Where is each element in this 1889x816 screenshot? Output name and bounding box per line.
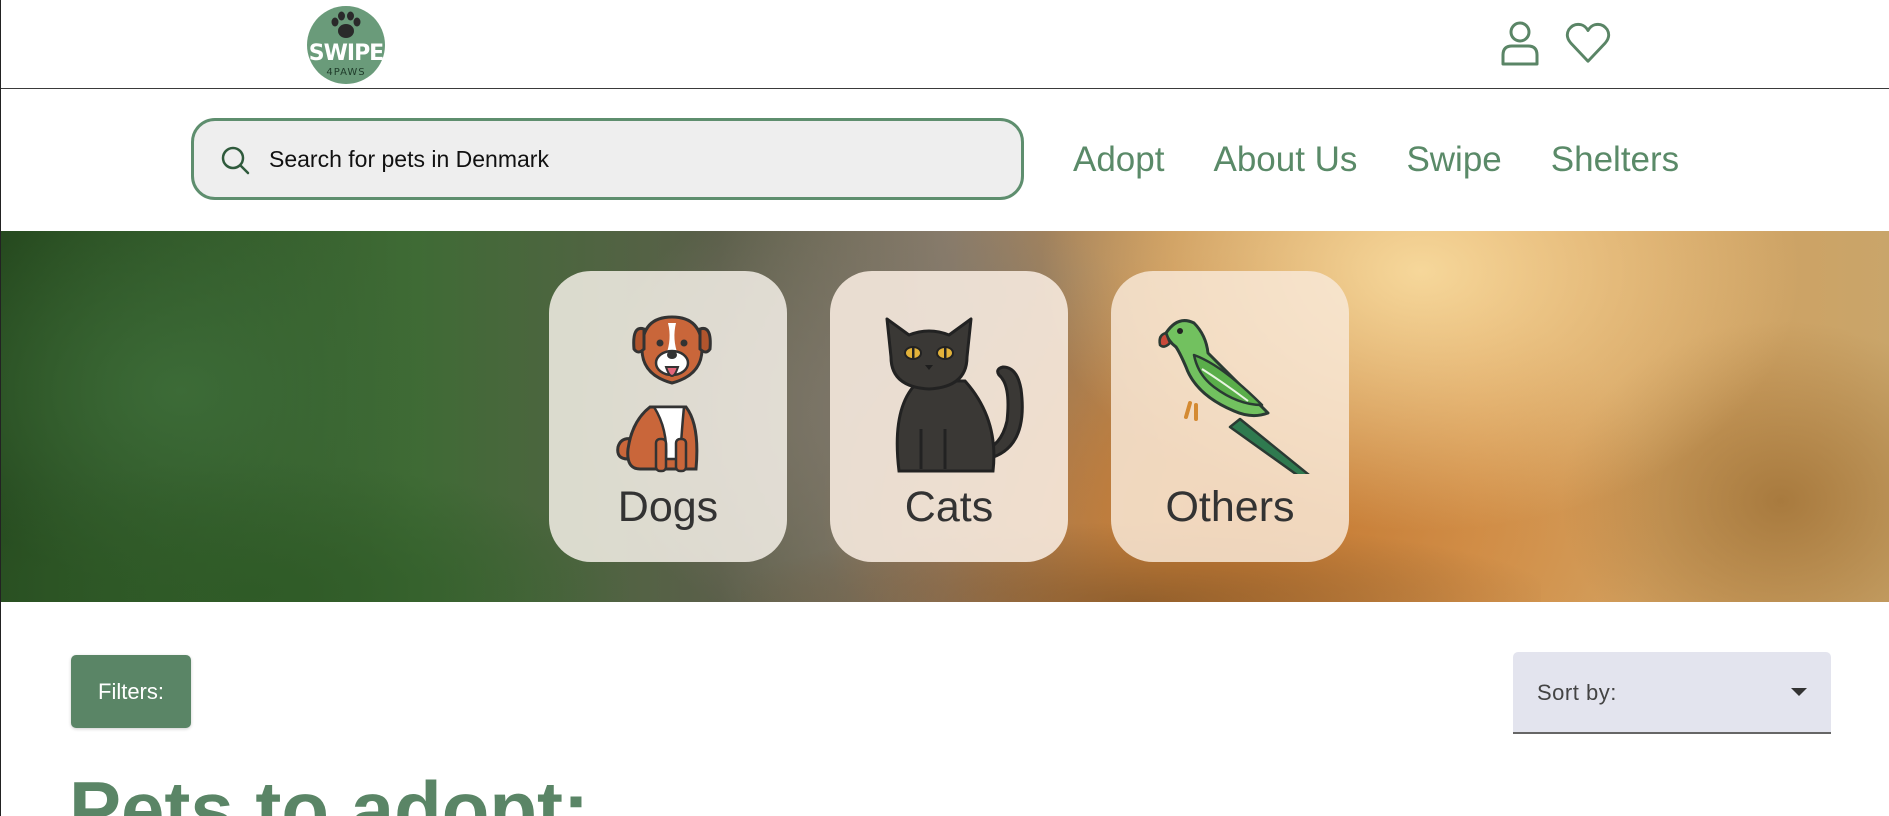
logo-subtitle: 4PAWS <box>326 67 366 78</box>
search-input[interactable] <box>269 121 989 197</box>
category-card-dogs[interactable]: Dogs <box>549 271 787 562</box>
category-label-others: Others <box>1165 483 1295 531</box>
sort-select[interactable]: Sort by: <box>1513 652 1831 734</box>
hero-banner: Dogs Cats Others <box>1 231 1889 602</box>
nav-link-shelters[interactable]: Shelters <box>1551 140 1679 180</box>
nav-link-swipe[interactable]: Swipe <box>1406 140 1501 180</box>
page: SWIPE 4PAWS Search for pets in Denmark A… <box>0 0 1889 816</box>
sort-label: Sort by: <box>1537 680 1617 705</box>
parrot-icon <box>1158 319 1310 474</box>
nav-link-about-us[interactable]: About Us <box>1213 140 1357 180</box>
chevron-down-icon <box>1791 688 1807 696</box>
category-label-cats: Cats <box>904 483 994 531</box>
section-title: Pets to adopt: <box>69 765 589 816</box>
main-nav: Adopt About Us Swipe Shelters <box>1073 89 1679 231</box>
heart-icon[interactable] <box>1565 18 1611 68</box>
nav-link-adopt[interactable]: Adopt <box>1073 140 1164 180</box>
paw-icon <box>331 11 361 38</box>
user-icon[interactable] <box>1497 18 1543 68</box>
site-logo[interactable]: SWIPE 4PAWS <box>307 6 385 84</box>
header-actions <box>1497 18 1611 68</box>
category-card-others[interactable]: Others <box>1111 271 1349 562</box>
category-card-cats[interactable]: Cats <box>830 271 1068 562</box>
cat-icon <box>885 317 1024 473</box>
category-label-dogs: Dogs <box>617 483 719 531</box>
search-icon <box>221 146 250 175</box>
filters-button[interactable]: Filters: <box>71 655 191 728</box>
search-bar[interactable] <box>191 118 1024 200</box>
dog-icon <box>616 315 712 473</box>
nav-row: Adopt About Us Swipe Shelters <box>1 89 1889 231</box>
logo-title: SWIPE <box>308 41 384 66</box>
top-bar: SWIPE 4PAWS <box>1 0 1889 89</box>
